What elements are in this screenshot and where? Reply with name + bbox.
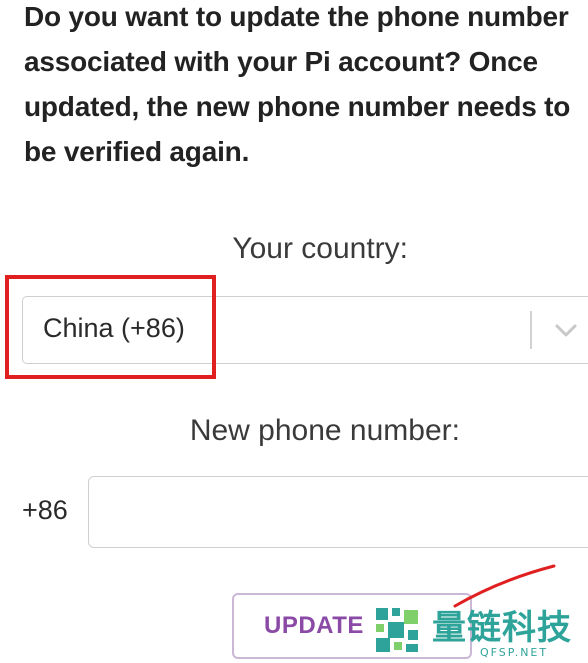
phone-number-label: New phone number:	[189, 414, 460, 447]
country-select[interactable]: China (+86)	[22, 296, 588, 364]
watermark-subtext: QFSP.NET	[480, 646, 549, 659]
country-select-value: China (+86)	[43, 313, 185, 343]
update-phone-page: Do you want to update the phone number a…	[0, 0, 588, 663]
intro-text: Do you want to update the phone number a…	[24, 1, 571, 167]
country-label: Your country:	[232, 232, 408, 265]
chevron-down-icon[interactable]	[551, 315, 581, 345]
update-button[interactable]: UPDATE	[232, 593, 472, 659]
phone-number-input[interactable]	[88, 476, 588, 548]
select-divider	[530, 311, 532, 349]
phone-prefix: +86	[22, 495, 68, 525]
